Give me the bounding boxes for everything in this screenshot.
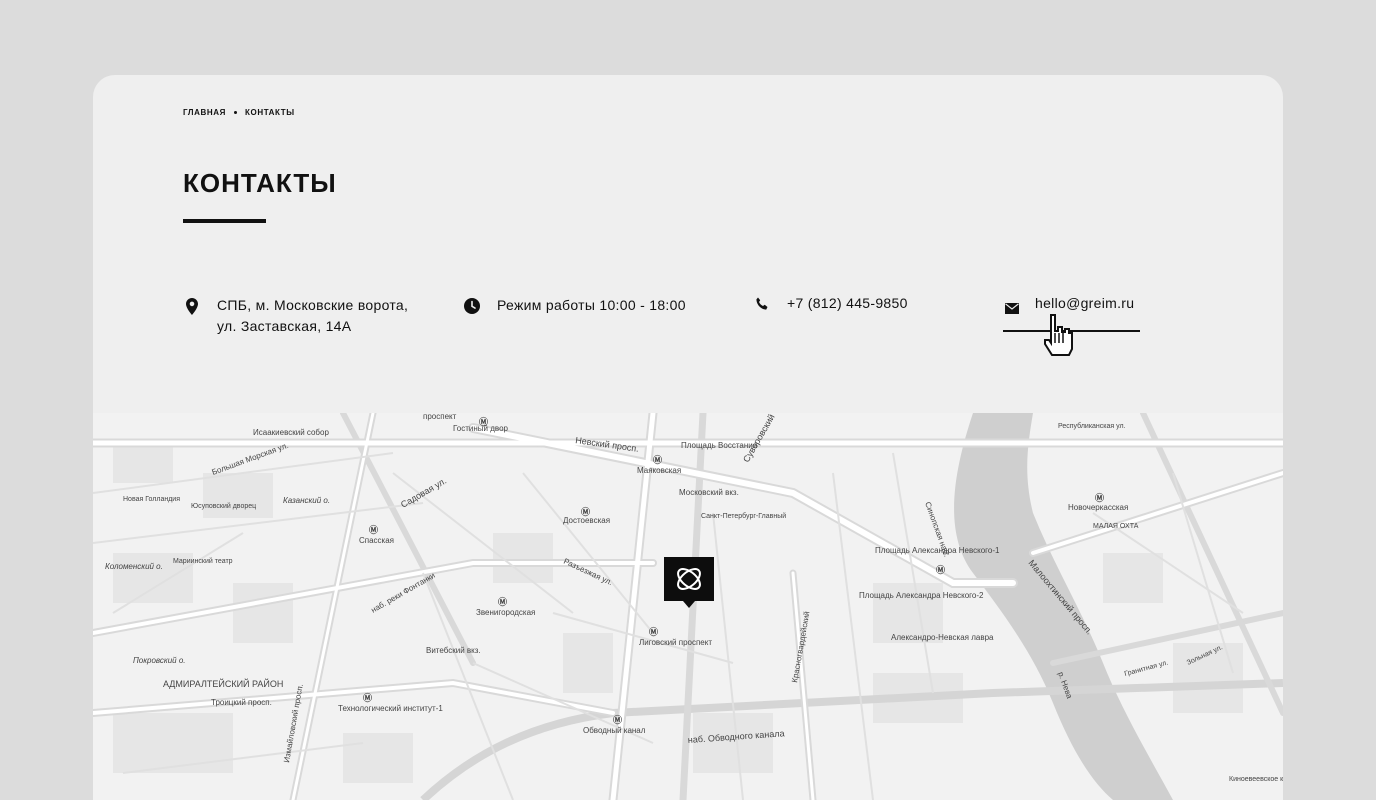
map-label: Звенигородская: [476, 608, 535, 617]
address-text: СПБ, м. Московские ворота, ул. Заставска…: [217, 295, 408, 337]
map-label: Площадь Александра Невского-2: [859, 591, 984, 600]
svg-text:Ⓜ: Ⓜ: [581, 506, 590, 517]
page-background: ГЛАВНАЯ КОНТАКТЫ КОНТАКТЫ СПБ, м. Москов…: [0, 0, 1376, 800]
map-label: Московский вкз.: [679, 488, 739, 497]
clock-icon: [463, 297, 481, 315]
map-label: Обводный канал: [583, 726, 646, 735]
map-label: Покровский о.: [133, 656, 186, 665]
map-label: Юсуповский дворец: [191, 502, 256, 510]
map-label: Площадь Александра Невского-1: [875, 546, 1000, 555]
svg-text:Ⓜ: Ⓜ: [653, 454, 662, 465]
map-pin-icon: [183, 297, 201, 315]
map-label: Мариинский театр: [173, 557, 233, 565]
email-link[interactable]: hello@greim.ru: [1035, 293, 1134, 314]
svg-text:Ⓜ: Ⓜ: [936, 564, 945, 575]
svg-text:Ⓜ: Ⓜ: [613, 714, 622, 725]
svg-text:Ⓜ: Ⓜ: [1095, 492, 1104, 503]
map-label: проспект: [423, 413, 457, 421]
map-label: Достоевская: [563, 516, 610, 525]
map-label: Новая Голландия: [123, 496, 180, 503]
hours-block: Режим работы 10:00 - 18:00: [463, 295, 686, 316]
svg-text:Ⓜ: Ⓜ: [479, 416, 488, 427]
map-label: Площадь Восстания: [681, 441, 757, 450]
map-label: Санкт-Петербург-Главный: [701, 512, 786, 520]
location-map[interactable]: проспект Невский просп. Гостиный двор Ис…: [93, 413, 1283, 800]
map-label: Исаакиевский собор: [253, 428, 329, 437]
map-label: Республиканская ул.: [1058, 422, 1126, 430]
phone-icon: [753, 295, 771, 313]
breadcrumb-separator: [234, 111, 238, 114]
phone-block: +7 (812) 445-9850: [753, 293, 908, 314]
map-label: Витебский вкз.: [426, 646, 481, 655]
map-label: Маяковская: [637, 466, 681, 475]
svg-text:Ⓜ: Ⓜ: [649, 626, 658, 637]
address-block: СПБ, м. Московские ворота, ул. Заставска…: [183, 295, 408, 337]
map-label: АДМИРАЛТЕЙСКИЙ РАЙОН: [163, 678, 283, 689]
envelope-icon: [1003, 299, 1021, 317]
page-title: КОНТАКТЫ: [183, 168, 337, 198]
svg-text:Ⓜ: Ⓜ: [369, 524, 378, 535]
map-label: МАЛАЯ ОХТА: [1093, 523, 1139, 530]
breadcrumb-current: КОНТАКТЫ: [245, 108, 295, 117]
address-line-1: СПБ, м. Московские ворота,: [217, 297, 409, 313]
map-label: Технологический институт-1: [338, 704, 443, 713]
hours-text: Режим работы 10:00 - 18:00: [497, 297, 686, 313]
contacts-card: ГЛАВНАЯ КОНТАКТЫ КОНТАКТЫ СПБ, м. Москов…: [93, 75, 1283, 800]
title-underline: [183, 219, 266, 223]
map-label: Новочеркасская: [1068, 503, 1128, 512]
breadcrumb: ГЛАВНАЯ КОНТАКТЫ: [183, 108, 295, 117]
map-label: Киноевеевское кладбище: [1229, 775, 1283, 783]
hand-pointer-icon: [1041, 313, 1077, 366]
map-label: Лиговский проспект: [639, 638, 712, 647]
map-label: Спасская: [359, 536, 394, 545]
map-label: Казанский о.: [283, 496, 330, 505]
map-label: Александро-Невская лавра: [891, 633, 994, 642]
map-label: Коломенский о.: [105, 562, 163, 571]
phone-link[interactable]: +7 (812) 445-9850: [787, 293, 908, 314]
map-label: Троицкий просп.: [211, 698, 272, 707]
address-line-2: ул. Заставская, 14А: [217, 318, 352, 334]
company-logo-marker[interactable]: [664, 557, 714, 608]
breadcrumb-home-link[interactable]: ГЛАВНАЯ: [183, 108, 226, 117]
svg-text:Ⓜ: Ⓜ: [498, 596, 507, 607]
svg-text:Ⓜ: Ⓜ: [363, 692, 372, 703]
